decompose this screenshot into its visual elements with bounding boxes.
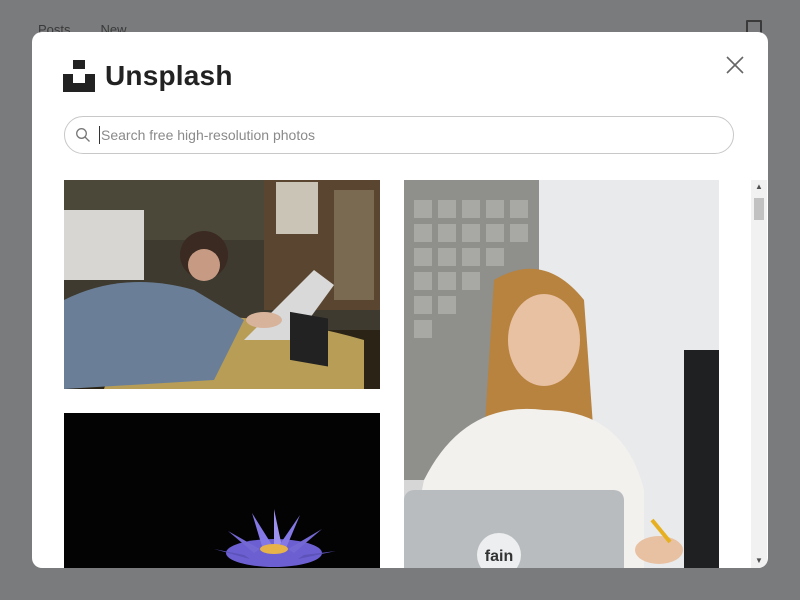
scroll-down-arrow-icon[interactable]: ▼	[751, 554, 767, 568]
photo-purple-flower[interactable]	[64, 413, 380, 568]
search-input[interactable]	[99, 126, 703, 144]
brand-name: Unsplash	[105, 60, 233, 91]
vertical-scrollbar[interactable]: ▲ ▼	[751, 180, 767, 568]
photo-woman-video-call[interactable]	[64, 180, 380, 389]
unsplash-logo-icon	[63, 60, 95, 92]
woman-laptop-photo-icon: fain	[404, 180, 719, 568]
unsplash-modal: Unsplash Search free high-resolution pho…	[32, 32, 768, 568]
photo-grid: fain	[64, 180, 720, 568]
purple-flower-photo-icon	[64, 413, 380, 568]
brand: Unsplash	[63, 60, 233, 92]
search-bar[interactable]	[64, 116, 734, 154]
scrollbar-thumb[interactable]	[754, 198, 764, 220]
search-icon	[76, 128, 90, 142]
laptop-sticker-text: fain	[485, 548, 513, 565]
photo-woman-laptop[interactable]: fain	[404, 180, 719, 568]
close-icon[interactable]	[724, 54, 746, 76]
scroll-up-arrow-icon[interactable]: ▲	[751, 180, 767, 194]
woman-video-call-photo-icon	[64, 180, 380, 389]
